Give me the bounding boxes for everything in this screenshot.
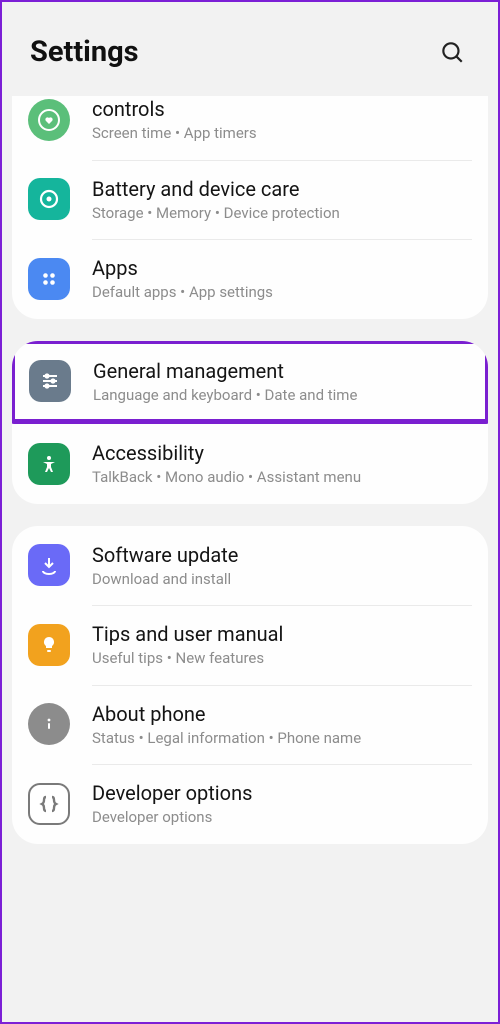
item-title: Developer options [92, 780, 470, 806]
settings-item-software-update[interactable]: Software update Download and install [12, 526, 488, 606]
search-icon [439, 39, 465, 65]
item-title: controls [92, 96, 470, 122]
item-subtitle: Useful tips • New features [92, 649, 470, 669]
item-title: Tips and user manual [92, 621, 470, 647]
settings-item-general-management[interactable]: General management Language and keyboard… [12, 341, 488, 425]
download-icon [37, 553, 61, 577]
settings-item-battery[interactable]: Battery and device care Storage • Memory… [12, 160, 488, 240]
item-title: Apps [92, 255, 470, 281]
info-icon [37, 712, 61, 736]
settings-item-apps[interactable]: Apps Default apps • App settings [12, 239, 488, 319]
page-title: Settings [30, 35, 139, 69]
item-subtitle: Status • Legal information • Phone name [92, 729, 470, 749]
accessibility-icon [37, 452, 61, 476]
settings-group: Software update Download and install Tip… [12, 526, 488, 844]
sliders-icon [38, 369, 62, 393]
header: Settings [2, 2, 498, 96]
search-button[interactable] [430, 30, 474, 74]
device-care-icon [37, 187, 61, 211]
item-title: General management [93, 358, 469, 384]
braces-icon [37, 792, 61, 816]
settings-item-developer-options[interactable]: Developer options Developer options [12, 764, 488, 844]
bulb-icon [37, 633, 61, 657]
settings-item-accessibility[interactable]: Accessibility TalkBack • Mono audio • As… [12, 424, 488, 504]
item-subtitle: TalkBack • Mono audio • Assistant menu [92, 468, 470, 488]
heart-circle-icon [37, 108, 61, 132]
apps-icon [37, 267, 61, 291]
item-subtitle: Default apps • App settings [92, 283, 470, 303]
item-title: About phone [92, 701, 470, 727]
item-subtitle: Developer options [92, 808, 470, 828]
item-subtitle: Download and install [92, 570, 470, 590]
settings-item-about-phone[interactable]: About phone Status • Legal information •… [12, 685, 488, 765]
item-subtitle: Language and keyboard • Date and time [93, 386, 469, 406]
item-subtitle: Screen time • App timers [92, 124, 470, 144]
settings-group: General management Language and keyboard… [12, 341, 488, 504]
item-title: Software update [92, 542, 470, 568]
settings-item-controls[interactable]: controls Screen time • App timers [12, 96, 488, 160]
item-title: Battery and device care [92, 176, 470, 202]
settings-group: controls Screen time • App timers Batter… [12, 96, 488, 319]
item-title: Accessibility [92, 440, 470, 466]
item-subtitle: Storage • Memory • Device protection [92, 204, 470, 224]
settings-item-tips[interactable]: Tips and user manual Useful tips • New f… [12, 605, 488, 685]
